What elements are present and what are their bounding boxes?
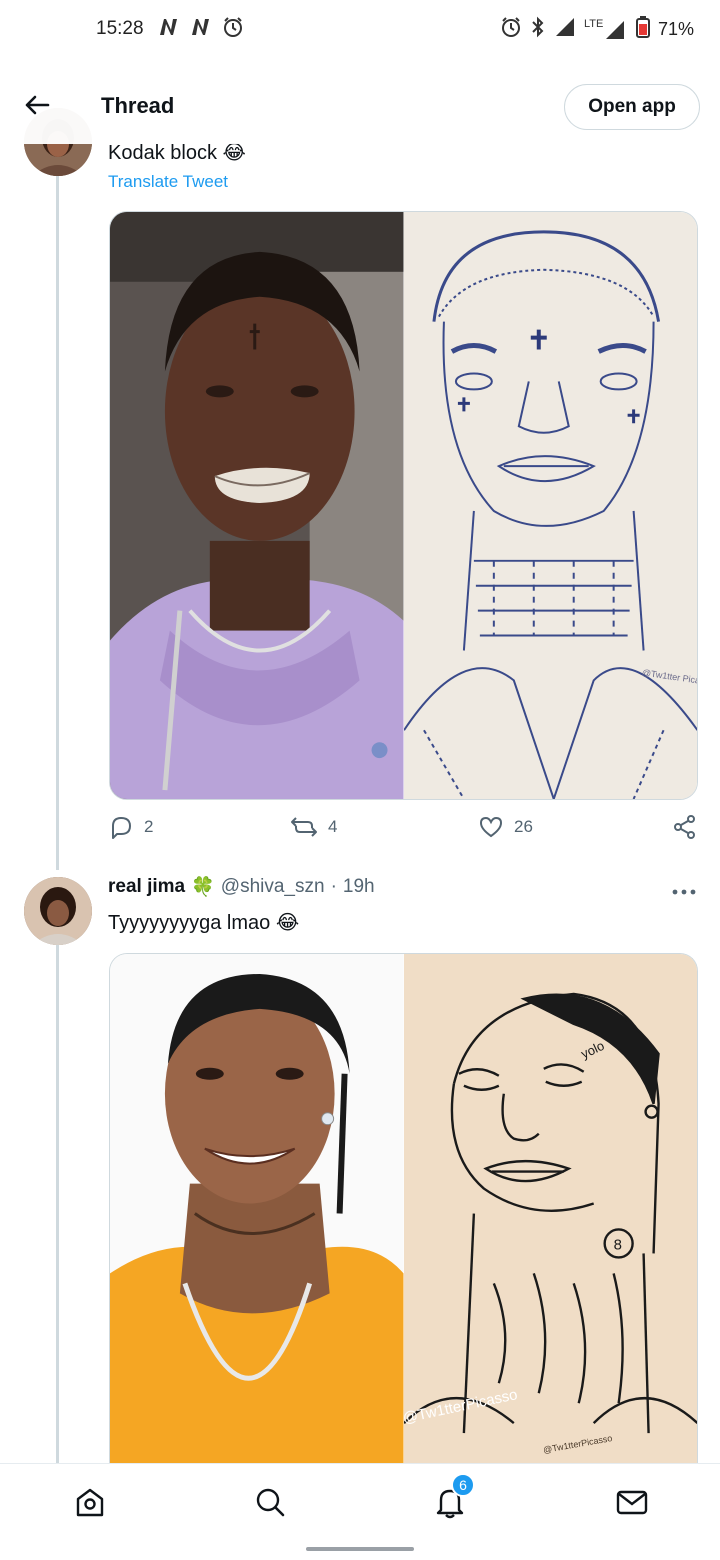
status-bar: 15:28 LTE 71% [0,0,720,60]
status-left-icons [158,16,244,43]
drawing-tattoo-number: 8 [613,1236,621,1253]
clover-emoji: 🍀 [191,877,215,898]
tweet-author-row: real jima 🍀 @shiva_szn · 19h [108,875,375,899]
signal-icon [554,17,576,42]
home-indicator[interactable] [306,1547,414,1551]
bottom-navigation [0,1463,720,1537]
more-icon [672,889,696,895]
thread-connector-line [56,945,59,1465]
avatar[interactable] [24,877,92,945]
tweet-media[interactable]: @Tw1tter Pica [109,211,698,800]
home-icon [76,1488,104,1517]
display-name[interactable]: real jima [108,876,185,898]
thread-header: Thread Open app [0,60,720,144]
alarm-icon [500,16,522,43]
messages-icon [616,1490,648,1515]
tweet-media[interactable]: yolo 8 @Tw1tterPicasso @Tw1tterPicasso [109,953,698,1493]
network-type-label: LTE [583,17,604,30]
user-handle[interactable]: @shiva_szn [221,876,325,898]
share-button[interactable] [672,814,698,840]
back-button[interactable] [20,90,54,120]
media-photo [110,954,404,1493]
retweet-icon [291,817,317,837]
tweet-actions: 2 4 26 [108,814,700,848]
battery-percent: 71% [657,19,694,39]
status-right-icons: LTE 71% [500,16,694,43]
status-time: 15:28 [96,18,144,39]
page-title: Thread [101,93,175,118]
thread-connector-line [56,175,59,870]
like-count: 26 [514,817,533,836]
search-icon [256,1488,285,1517]
alarm-icon [222,16,244,43]
bluetooth-icon [530,16,546,43]
battery-icon [635,16,650,43]
n-app-icon [158,17,180,42]
separator-dot: · [330,876,337,897]
like-button[interactable]: 26 [478,814,533,840]
open-app-button[interactable]: Open app [564,84,700,130]
lte-signal-icon: LTE [583,17,628,40]
notification-badge: 6 [451,1473,475,1497]
tweet-text: Tyyyyyyyyga lmao 😂 [108,912,300,934]
nav-messages[interactable] [612,1482,652,1522]
reply-count: 2 [144,817,154,836]
share-icon [674,815,695,839]
translate-tweet-link[interactable]: Translate Tweet [108,172,228,192]
retweet-button[interactable]: 4 [290,814,337,840]
media-drawing: @Tw1tter Pica [403,212,697,799]
arrow-left-icon [25,95,50,115]
media-drawing: yolo 8 @Tw1tterPicasso @Tw1tterPicasso [403,954,697,1493]
nav-search[interactable] [250,1482,290,1522]
avatar-image [24,877,92,945]
reply-icon [112,817,131,839]
heart-icon [479,816,503,838]
n-app-icon [190,17,212,42]
nav-home[interactable] [70,1482,110,1522]
media-photo [110,212,404,799]
reply-button[interactable]: 2 [108,814,153,840]
more-options-button[interactable] [672,877,696,903]
retweet-count: 4 [328,817,338,836]
tweet-time[interactable]: 19h [343,876,375,898]
